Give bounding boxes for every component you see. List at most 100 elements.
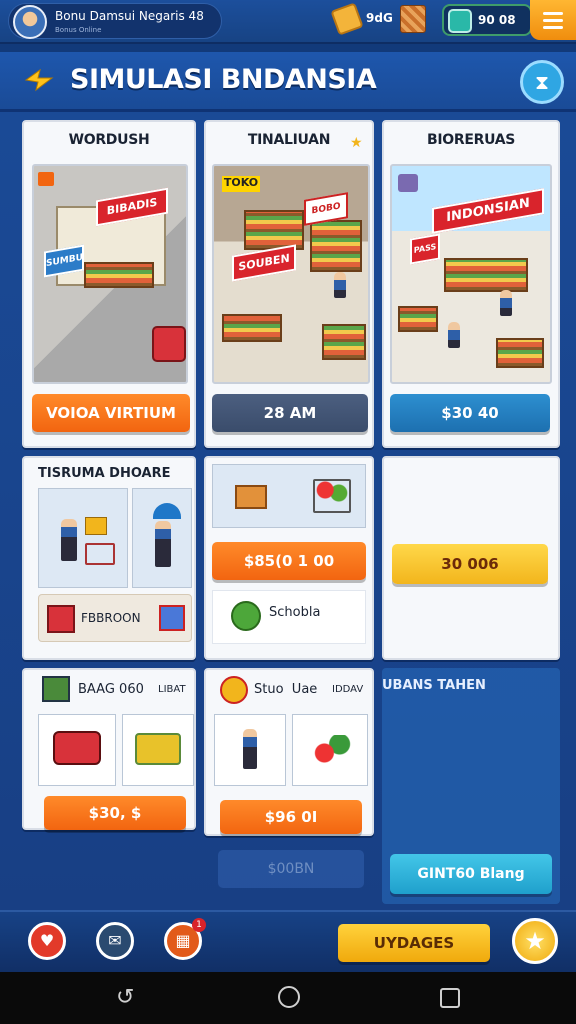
- market-sign-small: PASS: [410, 233, 440, 265]
- vehicle-tile[interactable]: [122, 714, 194, 786]
- star-icon: ★: [524, 927, 546, 955]
- warung-action-button[interactable]: VOIOA VIRTIUM: [32, 394, 190, 432]
- card-title: BIORERUAS: [426, 132, 516, 148]
- avatar[interactable]: [13, 5, 47, 39]
- card-market[interactable]: BIORERUAS INDONSIAN PASS $30 40: [382, 120, 560, 448]
- item-label: FBBROON: [81, 611, 141, 625]
- crate-icon: [159, 605, 185, 631]
- player-profile[interactable]: Bonu Damsui Negaris 48 Bonus Online: [8, 3, 222, 39]
- gem-value: 90 08: [478, 13, 516, 27]
- card-garden[interactable]: Stuo Uae IDDAV $96 0I: [204, 668, 374, 836]
- cart-icon: [85, 543, 115, 565]
- menu-button[interactable]: [530, 0, 576, 40]
- card-title: Stuo Uae: [254, 682, 318, 697]
- vehicle-buy-button[interactable]: $30, $: [44, 796, 186, 830]
- heart-icon: ♥: [39, 931, 55, 950]
- hourglass-icon: ⧗: [534, 70, 550, 94]
- card-tag: LIBAT: [158, 684, 186, 695]
- cart-tile: [212, 464, 366, 528]
- star-button[interactable]: ★: [512, 918, 558, 964]
- garden-buy-button[interactable]: $96 0I: [220, 800, 362, 834]
- staff-item-row[interactable]: FBBROON: [38, 594, 192, 642]
- basket-icon: [135, 733, 181, 765]
- produce-crate: [322, 324, 366, 360]
- box-icon: [85, 517, 107, 535]
- toko-scene: TOKO SOUBEN BOBO: [212, 164, 370, 384]
- heart-button[interactable]: ♥: [28, 922, 66, 960]
- system-nav-bar: ↺: [0, 972, 576, 1024]
- shop-icon: ▦: [175, 931, 191, 950]
- page-title: SIMULASI BNDANSIA: [70, 64, 377, 95]
- gem-counter[interactable]: 90 08: [442, 4, 532, 36]
- menu-icon: [543, 11, 563, 15]
- market-action-button[interactable]: $30 40: [390, 394, 550, 432]
- hourglass-button[interactable]: ⧗: [520, 60, 564, 104]
- card-toko[interactable]: TINALIUAN ★ TOKO SOUBEN BOBO 28 AM: [204, 120, 374, 448]
- card-empty-slot[interactable]: UBANS TAHEN GINT60 Blang: [382, 668, 560, 904]
- staff-worker: [155, 521, 171, 567]
- offer-button[interactable]: 30 006: [392, 544, 548, 584]
- toko-action-button[interactable]: 28 AM: [212, 394, 368, 432]
- shop-grid: WORDUSH BIBADIS SUMBU VOIOA VIRTIUM TINA…: [0, 112, 576, 910]
- cart-icon: [313, 479, 351, 513]
- heart-icon: [398, 174, 418, 192]
- item-label: Schobla: [269, 605, 321, 620]
- store-sign: SOUBEN: [232, 244, 296, 282]
- plant-icon: [313, 735, 351, 765]
- shopper: [448, 322, 460, 348]
- bolt-icon: [24, 68, 54, 92]
- player-name: Bonu Damsui Negaris 48: [55, 9, 204, 23]
- umbrella-icon: [153, 503, 181, 519]
- card-vehicle[interactable]: BAAG 060 LIBAT $30, $: [22, 668, 196, 830]
- top-bar: Bonu Damsui Negaris 48 Bonus Online 9dG …: [0, 0, 576, 44]
- recents-icon[interactable]: [440, 988, 460, 1008]
- bottom-bar: ♥ ✉ ▦ 1 UYDAGES ★: [0, 910, 576, 972]
- player-subtitle: Bonus Online: [55, 26, 102, 34]
- home-icon[interactable]: [278, 986, 300, 1008]
- card-staff[interactable]: TISRUMA DHOARE FBBROON: [22, 456, 196, 660]
- upgrade-button[interactable]: UYDAGES: [338, 924, 490, 962]
- store-shelf: [310, 220, 362, 272]
- mail-icon: ✉: [108, 931, 122, 950]
- gem-icon: [448, 9, 472, 33]
- warung-scene: BIBADIS SUMBU: [32, 164, 188, 384]
- empty-slot-button[interactable]: GINT60 Blang: [390, 854, 552, 894]
- staff-tile[interactable]: [38, 488, 128, 588]
- market-shelf: [444, 258, 528, 292]
- staff-worker: [61, 519, 77, 561]
- garden-tile[interactable]: [214, 714, 286, 786]
- crate-icon: [42, 676, 70, 702]
- farmer: [243, 729, 257, 769]
- staff-tile[interactable]: [132, 488, 192, 588]
- shopper: [500, 290, 512, 316]
- toko-badge: TOKO: [222, 176, 260, 192]
- vehicle-tile[interactable]: [38, 714, 116, 786]
- market-sign: INDONSIAN: [432, 188, 544, 234]
- card-warung[interactable]: WORDUSH BIBADIS SUMBU VOIOA VIRTIUM: [22, 120, 196, 448]
- back-icon[interactable]: ↺: [116, 987, 134, 1009]
- coin-icon: [220, 676, 248, 704]
- card-title: BAAG 060: [78, 682, 144, 697]
- produce-crate: [496, 338, 544, 368]
- box-icon: [235, 485, 267, 509]
- produce-stall: [84, 262, 154, 288]
- shopkeeper: [334, 272, 346, 298]
- mail-button[interactable]: ✉: [96, 922, 134, 960]
- gold-counter: 9dG: [366, 11, 393, 25]
- ghost-price: $00BN: [218, 850, 364, 888]
- card-offer[interactable]: 30 006: [382, 456, 560, 660]
- produce-crate: [222, 314, 282, 342]
- garden-tile[interactable]: [292, 714, 368, 786]
- cart-item-row[interactable]: Schobla: [212, 590, 366, 644]
- card-title: UBANS TAHEN: [382, 678, 486, 693]
- card-tag: IDDAV: [332, 684, 364, 695]
- title-bar: SIMULASI BNDANSIA ⧗: [0, 52, 576, 112]
- gift-box-icon[interactable]: [400, 5, 426, 33]
- arrow-down-icon: [38, 172, 54, 186]
- card-cart[interactable]: $85(0 1 00 Schobla: [204, 456, 374, 660]
- gold-icon: [330, 2, 364, 36]
- cart-buy-button[interactable]: $85(0 1 00: [212, 542, 366, 580]
- card-title: TINALIUAN: [247, 132, 331, 148]
- market-scene: INDONSIAN PASS: [390, 164, 552, 384]
- card-title: TISRUMA DHOARE: [38, 466, 171, 481]
